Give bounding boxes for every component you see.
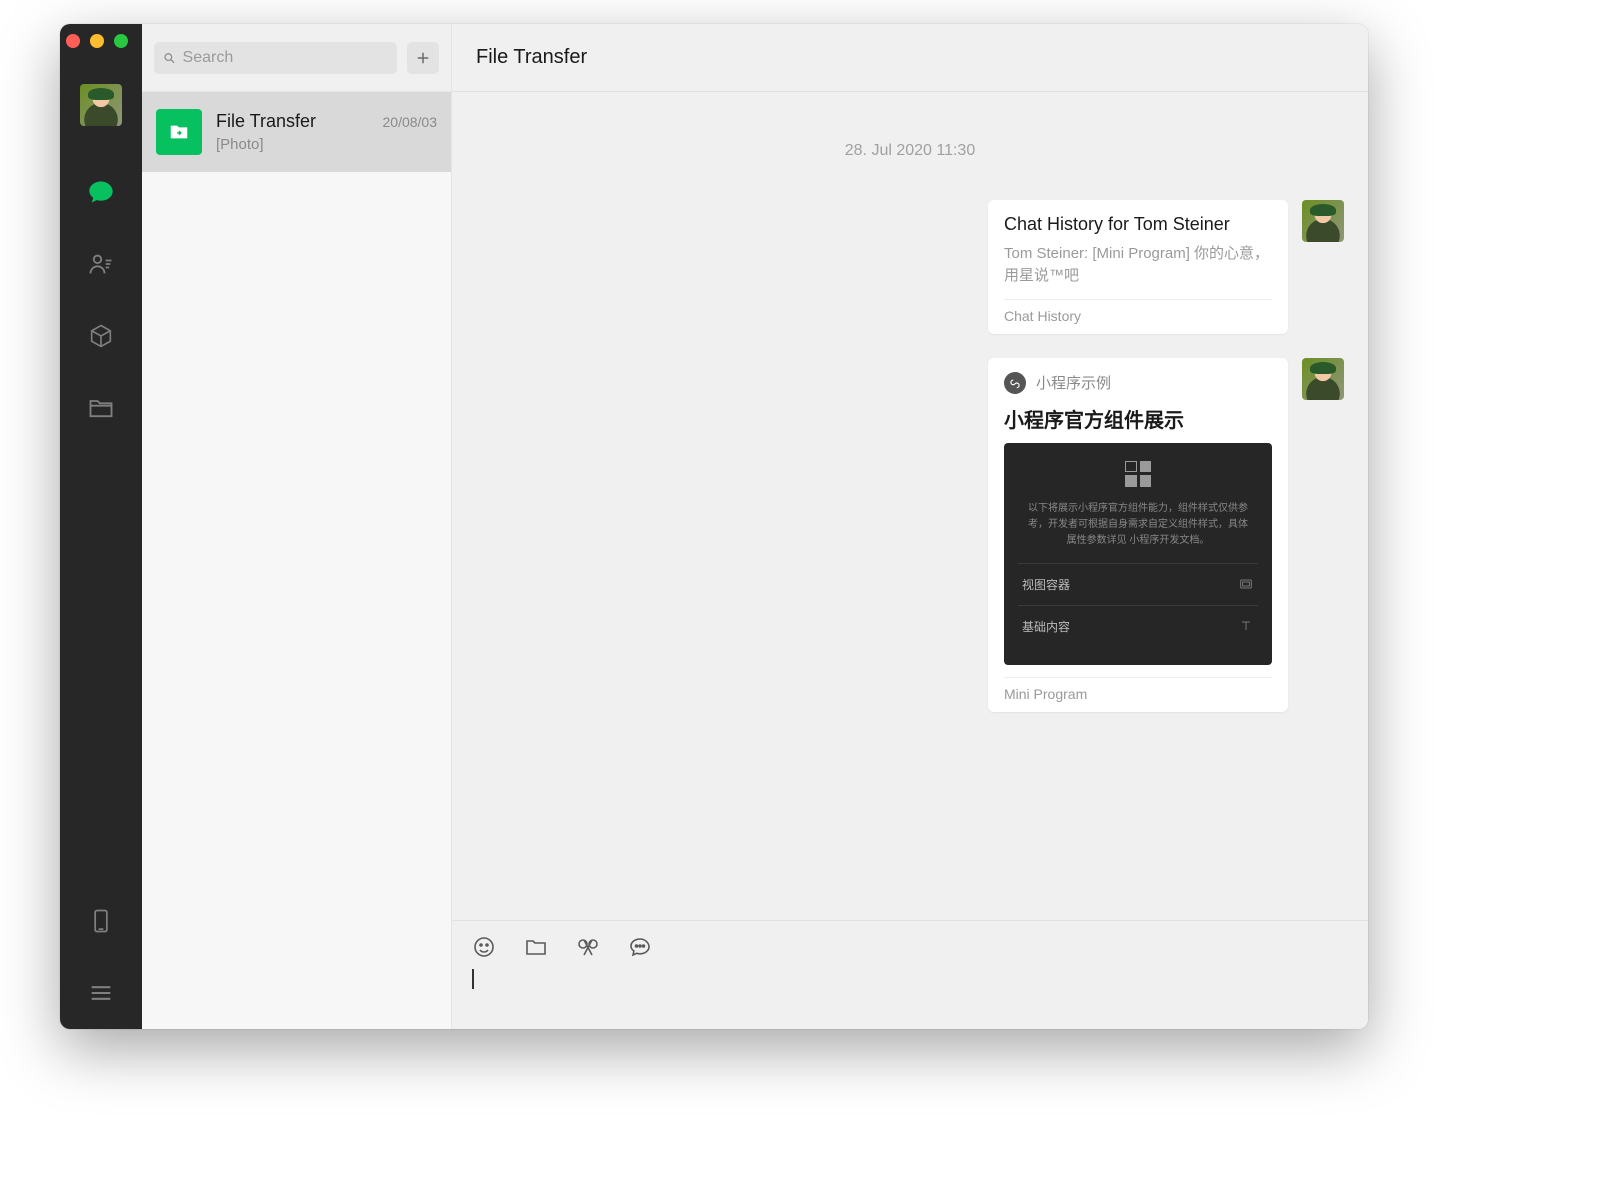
nav-rail [60,24,142,1029]
chat-date: 20/08/03 [383,114,438,130]
close-window-button[interactable] [66,34,80,48]
message-row: Chat History for Tom Steiner Tom Steiner… [476,200,1344,334]
miniprogram-preview-desc: 以下将展示小程序官方组件能力，组件样式仅供参考，开发者可根据自身需求自定义组件样… [1018,501,1258,563]
message-list: 28. Jul 2020 11:30 Chat History for Tom … [452,92,1368,920]
card-subtitle: Tom Steiner: [Mini Program] 你的心意，用星说™吧 [1004,243,1272,287]
chat-title: File Transfer [216,111,316,132]
chat-header: File Transfer [452,24,1368,92]
preview-item-label: 基础内容 [1022,618,1070,635]
attach-file-icon[interactable] [524,935,548,959]
chat-meta: File Transfer 20/08/03 [Photo] [216,111,437,153]
minimize-window-button[interactable] [90,34,104,48]
window-controls [66,34,128,48]
new-chat-button[interactable] [407,42,439,74]
search-icon [162,50,177,66]
files-icon[interactable] [87,394,115,422]
preview-item: 基础内容 [1018,605,1258,647]
preview-item: 视图容器 [1018,563,1258,605]
chat-history-card[interactable]: Chat History for Tom Steiner Tom Steiner… [988,200,1288,334]
card-title: Chat History for Tom Steiner [1004,214,1272,235]
text-icon [1238,618,1254,634]
miniprogram-card[interactable]: 小程序示例 小程序官方组件展示 以下将展示小程序官方组件能力，组件样式仅供参考，… [988,358,1288,712]
composer-toolbar [472,935,1348,959]
miniprogram-logo-icon [1004,372,1026,394]
sender-avatar[interactable] [1302,200,1344,242]
plus-icon [414,49,432,67]
contacts-icon[interactable] [87,250,115,278]
search-input[interactable] [183,49,389,67]
grid-icon [1125,461,1151,487]
emoji-icon[interactable] [472,935,496,959]
search-field[interactable] [154,42,397,74]
message-row: 小程序示例 小程序官方组件展示 以下将展示小程序官方组件能力，组件样式仅供参考，… [476,358,1344,712]
miniprogram-preview: 以下将展示小程序官方组件能力，组件样式仅供参考，开发者可根据自身需求自定义组件样… [1004,443,1272,665]
composer [452,920,1368,1029]
app-window: File Transfer 20/08/03 [Photo] File Tran… [60,24,1368,1029]
text-caret[interactable] [472,969,474,989]
menu-icon[interactable] [87,979,115,1007]
main: File Transfer 28. Jul 2020 11:30 Chat Hi… [452,24,1368,1029]
chat-history-icon[interactable] [628,935,652,959]
sidebar: File Transfer 20/08/03 [Photo] [142,24,452,1029]
miniprogram-title: 小程序官方组件展示 [1004,404,1272,433]
card-footer: Mini Program [1004,677,1272,702]
sidebar-top [142,24,451,92]
screenshot-icon[interactable] [576,935,600,959]
container-icon [1238,576,1254,592]
preview-item-label: 视图容器 [1022,576,1070,593]
sender-avatar[interactable] [1302,358,1344,400]
chats-icon[interactable] [87,178,115,206]
phone-icon[interactable] [87,907,115,935]
discover-icon[interactable] [87,322,115,350]
card-footer: Chat History [1004,299,1272,324]
file-transfer-avatar [156,109,202,155]
chat-header-title: File Transfer [476,46,587,69]
miniprogram-appname: 小程序示例 [1036,372,1111,393]
maximize-window-button[interactable] [114,34,128,48]
user-avatar[interactable] [80,84,122,126]
chat-preview: [Photo] [216,136,437,153]
chat-list-item[interactable]: File Transfer 20/08/03 [Photo] [142,92,451,172]
date-separator: 28. Jul 2020 11:30 [476,142,1344,160]
